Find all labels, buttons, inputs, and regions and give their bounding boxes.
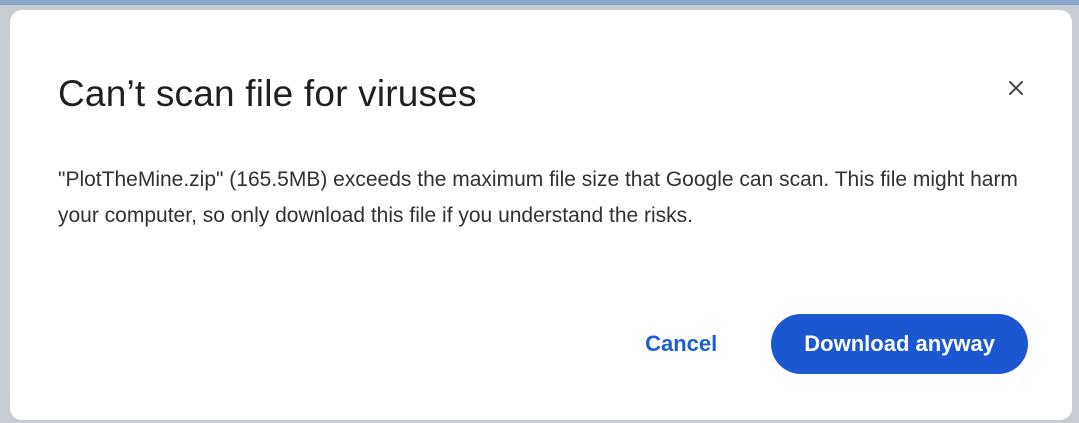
scan-warning-dialog: Can’t scan file for viruses "PlotTheMine… [10,10,1072,420]
page-backdrop: Can’t scan file for viruses "PlotTheMine… [0,0,1079,423]
download-anyway-button[interactable]: Download anyway [771,314,1028,374]
close-icon [1009,81,1023,95]
dialog-title: Can’t scan file for viruses [58,73,477,114]
dialog-actions: Cancel Download anyway [637,314,1028,374]
cancel-button[interactable]: Cancel [637,319,725,369]
dialog-message: "PlotTheMine.zip" (165.5MB) exceeds the … [58,168,1018,227]
close-button[interactable] [1000,72,1032,104]
